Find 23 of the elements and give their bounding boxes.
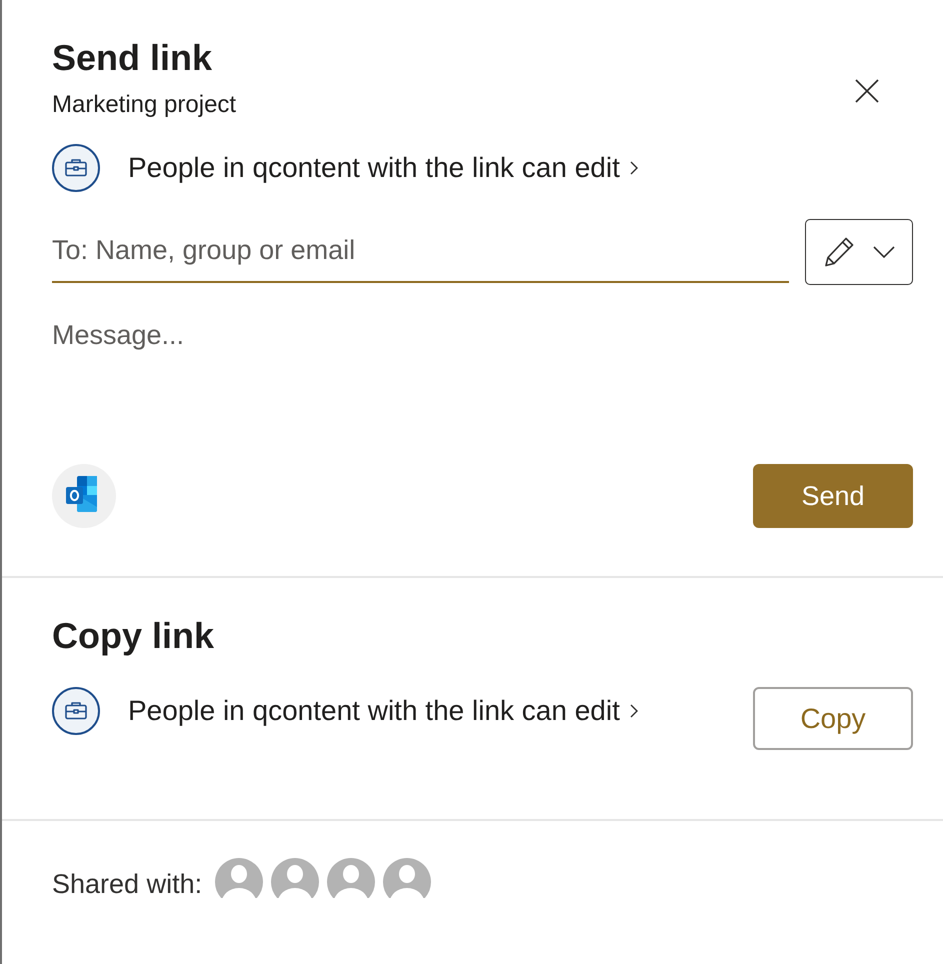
- briefcase-icon: [52, 144, 100, 192]
- dialog-subtitle: Marketing project: [52, 90, 236, 120]
- recipient-field[interactable]: To: Name, group or email: [52, 231, 789, 283]
- section-title: Copy link: [52, 614, 214, 658]
- chevron-right-icon: [630, 704, 638, 718]
- permission-link[interactable]: People in qcontent with the link can edit: [52, 144, 638, 192]
- avatar-icon: [383, 858, 432, 898]
- mail-app-icon[interactable]: [52, 464, 116, 528]
- message-field[interactable]: Message...: [52, 319, 913, 429]
- copy-button[interactable]: Copy: [753, 687, 913, 750]
- avatar-icon: [271, 858, 320, 898]
- permission-link[interactable]: People in qcontent with the link can edit: [52, 687, 638, 735]
- dialog-title: Send link: [52, 36, 212, 80]
- close-icon: [855, 79, 879, 103]
- shared-with-label: Shared with:: [52, 868, 202, 900]
- send-button[interactable]: Send: [753, 464, 913, 528]
- briefcase-icon: [52, 687, 100, 735]
- chevron-down-icon: [873, 246, 895, 258]
- avatar-icon: [215, 858, 264, 898]
- chevron-right-icon: [630, 161, 638, 175]
- edit-permission-dropdown[interactable]: [805, 219, 913, 285]
- pencil-icon: [823, 236, 855, 268]
- avatar-icon: [327, 858, 376, 898]
